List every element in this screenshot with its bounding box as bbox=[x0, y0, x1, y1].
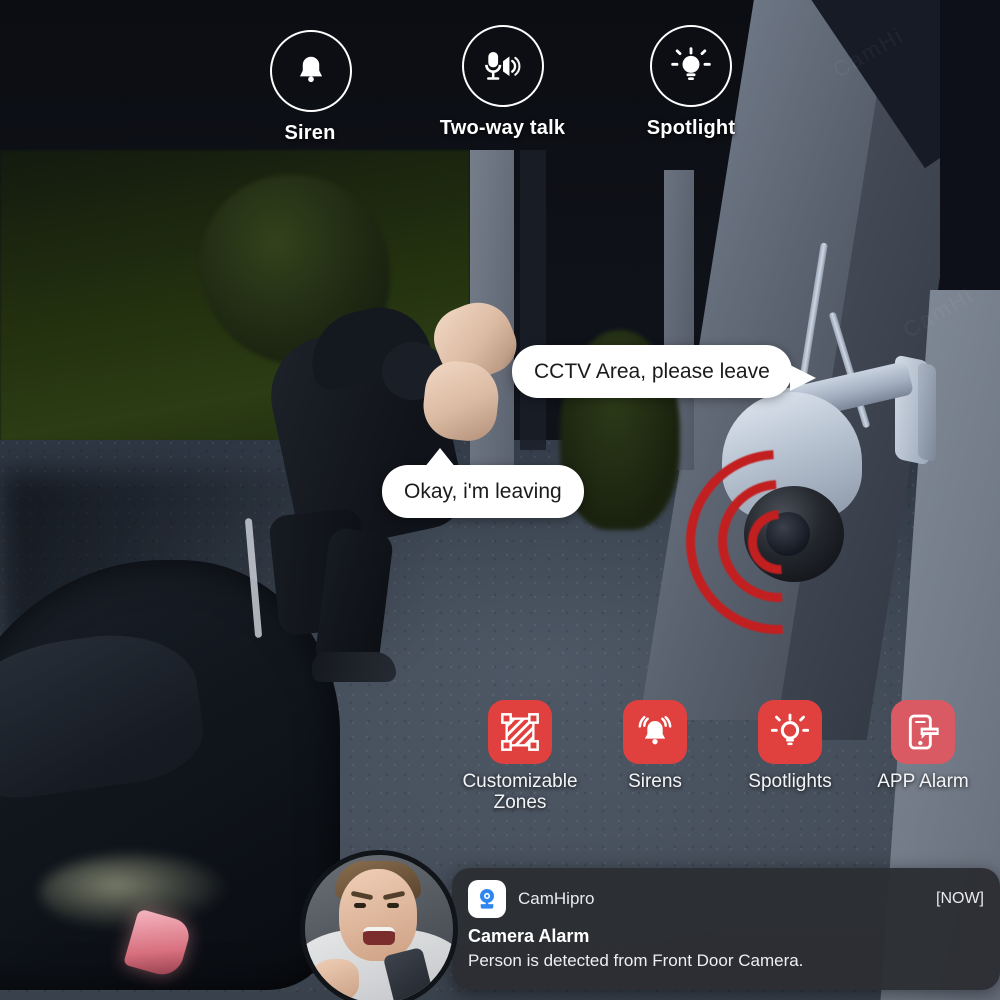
feature-spotlights[interactable]: Spotlights bbox=[725, 700, 855, 793]
feature-customizable-zones[interactable]: Customizable Zones bbox=[455, 700, 585, 813]
intruder-speech-bubble: Okay, i'm leaving bbox=[382, 448, 584, 518]
notification-title: Camera Alarm bbox=[468, 926, 590, 946]
action-two-way-talk[interactable]: Two-way talk bbox=[430, 25, 575, 140]
feature-spotlights-label: Spotlights bbox=[748, 771, 832, 792]
feature-sirens-label: Sirens bbox=[628, 771, 682, 792]
avatar-hand bbox=[311, 959, 359, 1000]
bubble-tail bbox=[789, 365, 816, 391]
user-reaction-avatar bbox=[300, 850, 458, 1000]
lightbulb-icon bbox=[758, 700, 822, 764]
feature-app-alarm-label: APP Alarm bbox=[877, 771, 969, 792]
phone-alert-icon bbox=[891, 700, 955, 764]
camera-speech-bubble: CCTV Area, please leave bbox=[512, 345, 816, 398]
lightbulb-icon bbox=[650, 25, 732, 107]
siren-sound-waves bbox=[648, 412, 908, 672]
avatar-mouth bbox=[363, 927, 395, 945]
feature-icon-row: Customizable Zones Sirens Spotlights APP… bbox=[460, 700, 1000, 812]
bubble-tail bbox=[424, 448, 456, 468]
camhipro-camera-icon bbox=[468, 880, 506, 918]
action-siren[interactable]: Siren bbox=[270, 30, 352, 145]
camera-speech-text: CCTV Area, please leave bbox=[534, 360, 770, 383]
intruder-speech-text: Okay, i'm leaving bbox=[404, 480, 562, 503]
camera-bracket-plate bbox=[918, 362, 936, 462]
feature-sirens[interactable]: Sirens bbox=[590, 700, 720, 793]
porch-pillar-shadow bbox=[520, 150, 546, 450]
action-spotlight-label: Spotlight bbox=[646, 117, 736, 139]
microphone-speaker-icon bbox=[461, 25, 544, 107]
ringing-bell-icon bbox=[623, 700, 687, 764]
feature-customizable-zones-label: Customizable Zones bbox=[462, 771, 578, 813]
notification-header: CamHipro [NOW] bbox=[452, 868, 1000, 918]
notification-app-name: CamHipro bbox=[518, 889, 595, 908]
avatar-face bbox=[339, 869, 417, 961]
car-rear-window bbox=[0, 623, 210, 807]
quick-action-bar: Siren Two-way talk Spotlight bbox=[0, 0, 1000, 165]
notification-timestamp: [NOW] bbox=[936, 890, 984, 907]
intruder-shoe bbox=[312, 652, 396, 682]
push-notification-card[interactable]: CamHipro [NOW] Camera Alarm Person is de… bbox=[452, 868, 1000, 990]
bell-icon bbox=[270, 30, 352, 112]
security-camera-promo-scene: CamHi CamHi bbox=[0, 0, 1000, 1000]
trouser-stripe bbox=[244, 517, 263, 639]
action-siren-label: Siren bbox=[284, 122, 336, 144]
notification-body: Person is detected from Front Door Camer… bbox=[468, 951, 804, 970]
action-two-way-talk-label: Two-way talk bbox=[439, 117, 566, 139]
feature-app-alarm[interactable]: APP Alarm bbox=[858, 700, 988, 793]
action-spotlight[interactable]: Spotlight bbox=[620, 25, 762, 140]
zone-grid-icon bbox=[488, 700, 552, 764]
